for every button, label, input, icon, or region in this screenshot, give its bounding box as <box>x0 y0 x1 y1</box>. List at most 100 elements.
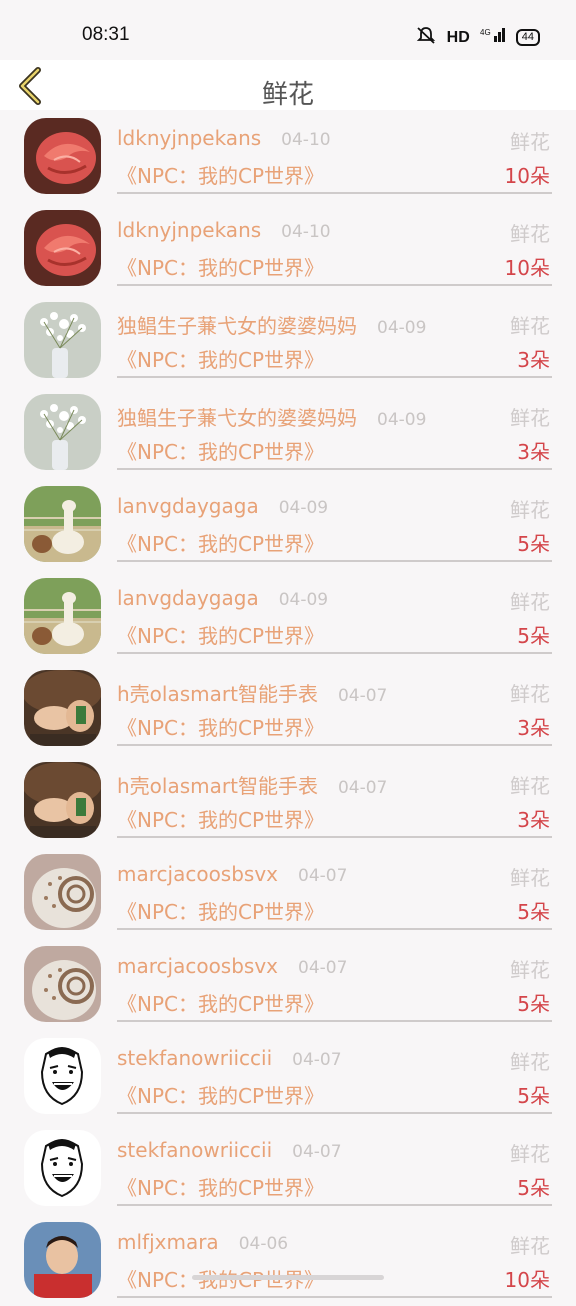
sender-name-text: h壳olasmart智能手表 <box>117 774 318 798</box>
gift-amount: 10朵 <box>504 164 550 188</box>
divider <box>117 1296 552 1298</box>
sender-name: ldknyjnpekans 04-10 <box>117 126 331 150</box>
avatar[interactable] <box>24 118 101 194</box>
list-item[interactable]: lanvgdaygaga 04-09 鲜花 《NPC：我的CP世界》 5朵 <box>0 478 576 570</box>
sender-name-text: lanvgdaygaga <box>117 494 259 518</box>
page-title: 鲜花 <box>261 80 314 110</box>
divider <box>117 928 552 930</box>
gift-type: 鲜花 <box>510 314 550 338</box>
avatar[interactable] <box>24 394 101 470</box>
gift-date: 04-10 <box>281 130 331 150</box>
sender-name: lanvgdaygaga 04-09 <box>117 586 328 610</box>
avatar[interactable] <box>24 210 101 286</box>
book-title: 《NPC：我的CP世界》 <box>117 808 325 832</box>
gift-date: 04-07 <box>337 778 388 798</box>
book-title: 《NPC：我的CP世界》 <box>117 992 325 1016</box>
book-title: 《NPC：我的CP世界》 <box>117 164 325 188</box>
list-item[interactable]: h壳olasmart智能手表 04-07 鲜花 《NPC：我的CP世界》 3朵 <box>0 754 576 846</box>
list-item[interactable]: ldknyjnpekans 04-10 鲜花《NPC：我的CP世界》 10朵 <box>0 110 576 202</box>
list-item[interactable]: marcjacoosbsvx 04-07 鲜花 《NPC：我的CP世界》 5朵 <box>0 938 576 1030</box>
sender-name: marcjacoosbsvx 04-07 <box>117 862 347 886</box>
list-item[interactable]: ldknyjnpekans 04-10 鲜花 《NPC：我的CP世界》 10朵 <box>0 202 576 294</box>
sender-name-text: 独鲳生子蒹弋女的婆婆妈妈 <box>117 314 357 338</box>
sender-name-text: stekfanowriiccii <box>117 1046 273 1070</box>
gift-date: 04-07 <box>292 1142 342 1162</box>
avatar[interactable] <box>24 578 101 654</box>
avatar[interactable] <box>24 946 101 1022</box>
gift-amount: 10朵 <box>504 1268 550 1292</box>
book-title: 《NPC：我的CP世界》 <box>117 716 325 740</box>
sender-name: 独鲳生子蒹弋女的婆婆妈妈 04-09 <box>117 310 426 339</box>
list-item[interactable]: stekfanowriiccii 04-07 鲜花《NPC：我的CP世界》 5朵 <box>0 1030 576 1122</box>
book-title: 《NPC：我的CP世界》 <box>117 1084 325 1108</box>
gift-amount: 5朵 <box>517 1176 550 1200</box>
list-item[interactable]: lanvgdaygaga 04-09 鲜花 《NPC：我的CP世界》 5朵 <box>0 570 576 662</box>
avatar[interactable] <box>24 762 101 838</box>
gift-type: 鲜花 <box>510 1050 550 1074</box>
list-item[interactable]: stekfanowriiccii 04-07 鲜花《NPC：我的CP世界》 5朵 <box>0 1122 576 1214</box>
gift-type: 鲜花 <box>510 406 550 430</box>
gift-amount: 5朵 <box>517 1084 550 1108</box>
gift-date: 04-07 <box>298 958 348 978</box>
sender-name-text: h壳olasmart智能手表 <box>117 682 318 706</box>
list-item[interactable]: 独鲳生子蒹弋女的婆婆妈妈 04-09 鲜花 《NPC：我的CP世界》 3朵 <box>0 294 576 386</box>
avatar[interactable] <box>24 1130 101 1206</box>
divider <box>117 376 552 378</box>
sender-name-text: stekfanowriiccii <box>117 1138 273 1162</box>
book-title: 《NPC：我的CP世界》 <box>117 900 325 924</box>
avatar[interactable] <box>24 302 101 378</box>
gift-amount: 3朵 <box>517 440 550 464</box>
sender-name-text: marcjacoosbsvx <box>117 954 279 978</box>
sender-name-text: ldknyjnpekans <box>117 218 262 242</box>
status-bar: 08:31 HD 4G 44 <box>0 0 576 60</box>
avatar[interactable] <box>24 1038 101 1114</box>
gift-type: 鲜花 <box>510 682 550 706</box>
gift-type: 鲜花 <box>510 774 550 798</box>
book-title: 《NPC：我的CP世界》 <box>117 532 325 556</box>
gift-amount: 5朵 <box>517 532 550 556</box>
svg-text:4G: 4G <box>480 28 491 37</box>
avatar[interactable] <box>24 854 101 930</box>
book-title: 《NPC：我的CP世界》 <box>117 256 325 280</box>
avatar[interactable] <box>24 670 101 746</box>
divider <box>117 652 552 654</box>
book-title: 《NPC：我的CP世界》 <box>117 348 325 372</box>
list-item[interactable]: mlfjxmara 04-06 鲜花 《NPC：我的CP世界》 10朵 <box>0 1214 576 1306</box>
avatar[interactable] <box>24 1222 101 1298</box>
divider <box>117 836 552 838</box>
divider <box>117 744 552 746</box>
sender-name-text: marcjacoosbsvx <box>117 862 279 886</box>
list-item[interactable]: h壳olasmart智能手表 04-07 鲜花 《NPC：我的CP世界》 3朵 <box>0 662 576 754</box>
gift-date: 04-06 <box>238 1234 289 1254</box>
network-label: HD <box>446 28 470 46</box>
book-title: 《NPC：我的CP世界》 <box>117 1176 325 1200</box>
sender-name: lanvgdaygaga 04-09 <box>117 494 328 518</box>
gift-amount: 3朵 <box>517 716 550 740</box>
divider <box>117 468 552 470</box>
gift-type: 鲜花 <box>510 1142 550 1166</box>
gift-date: 04-09 <box>278 498 329 518</box>
gift-date: 04-09 <box>377 318 427 338</box>
list-item[interactable]: marcjacoosbsvx 04-07 鲜花 《NPC：我的CP世界》 5朵 <box>0 846 576 938</box>
status-time: 08:31 <box>82 24 130 45</box>
gift-date: 04-07 <box>298 866 348 886</box>
header: 鲜花 <box>0 60 576 110</box>
divider <box>117 192 552 194</box>
gift-type: 鲜花 <box>510 130 550 154</box>
home-indicator[interactable] <box>192 1275 384 1280</box>
sender-name: ldknyjnpekans 04-10 <box>117 218 331 242</box>
gift-date: 04-09 <box>278 590 329 610</box>
gift-date: 04-09 <box>377 410 427 430</box>
sender-name: mlfjxmara 04-06 <box>117 1230 288 1254</box>
gift-type: 鲜花 <box>510 866 550 890</box>
mute-icon <box>415 26 437 49</box>
gift-date: 04-07 <box>292 1050 342 1070</box>
sender-name-text: lanvgdaygaga <box>117 586 259 610</box>
book-title: 《NPC：我的CP世界》 <box>117 440 325 464</box>
list-item[interactable]: 独鲳生子蒹弋女的婆婆妈妈 04-09 鲜花 《NPC：我的CP世界》 3朵 <box>0 386 576 478</box>
gift-date: 04-10 <box>281 222 331 242</box>
divider <box>117 1204 552 1206</box>
sender-name-text: mlfjxmara <box>117 1230 219 1254</box>
gift-amount: 10朵 <box>504 256 550 280</box>
avatar[interactable] <box>24 486 101 562</box>
